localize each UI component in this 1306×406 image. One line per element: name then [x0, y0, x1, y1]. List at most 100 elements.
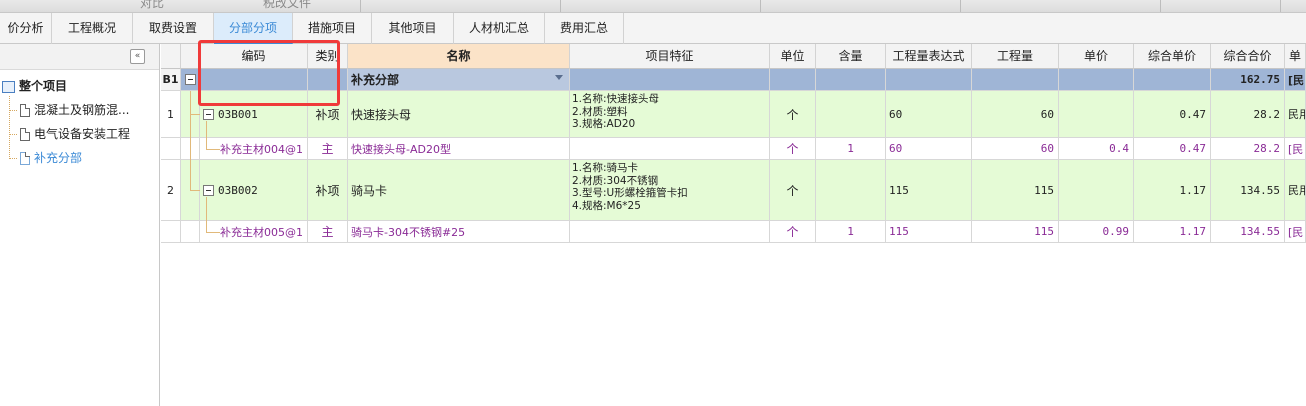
tree-connector — [190, 91, 191, 153]
cell-category[interactable] — [308, 69, 348, 91]
header-unit[interactable]: 单位 — [770, 44, 816, 69]
minus-icon[interactable] — [203, 108, 214, 120]
header-category[interactable]: 类别 — [308, 44, 348, 69]
cell-qty-expr[interactable]: 60 — [886, 91, 972, 138]
cell-price[interactable]: 0.4 — [1059, 138, 1134, 160]
cell-price[interactable] — [1059, 160, 1134, 221]
cell-total[interactable]: 134.55 — [1211, 221, 1285, 243]
cell-price[interactable] — [1059, 69, 1134, 91]
tree-connector — [206, 197, 207, 232]
cell-qty-expr[interactable]: 60 — [886, 138, 972, 160]
cell-total[interactable]: 134.55 — [1211, 160, 1285, 221]
header-feature[interactable]: 项目特征 — [570, 44, 770, 69]
cell-content[interactable]: 1 — [816, 138, 886, 160]
tab-bar: 价分析 工程概况 取费设置 分部分项 措施项目 其他项目 人材机汇总 费用汇总 — [0, 13, 1306, 44]
row-number — [161, 221, 181, 243]
tab-fee-settings[interactable]: 取费设置 — [133, 13, 214, 44]
cell-name[interactable]: 快速接头母-AD20型 — [348, 138, 570, 160]
tree-item-concrete[interactable]: 混凝土及钢筋混... — [20, 100, 129, 120]
tree-item-label: 混凝土及钢筋混... — [34, 103, 130, 117]
minus-icon[interactable] — [203, 184, 214, 196]
cell-content[interactable]: 1 — [816, 221, 886, 243]
cell-name[interactable]: 快速接头母 — [348, 91, 570, 138]
cell-price[interactable]: 0.99 — [1059, 221, 1134, 243]
header-composite-unit-price[interactable]: 综合单价 — [1134, 44, 1211, 69]
cell-unit[interactable]: 个 — [770, 138, 816, 160]
cell-feature[interactable]: 1.名称:快速接头母 2.材质:塑料 3.规格:AD20 — [570, 91, 770, 138]
tree-item-supplement[interactable]: 补充分部 — [20, 148, 82, 168]
cell-qty[interactable]: 115 — [972, 160, 1059, 221]
tab-fee-summary[interactable]: 费用汇总 — [545, 13, 624, 44]
tab-divisional-items[interactable]: 分部分项 — [214, 13, 293, 44]
cell-unit[interactable] — [770, 69, 816, 91]
cell-extra[interactable]: 民用 — [1285, 160, 1306, 221]
table-row[interactable]: 补充主材005@1 主 骑马卡-304不锈钢#25 个 1 115 115 0.… — [161, 221, 1306, 243]
header-unit-price[interactable]: 单价 — [1059, 44, 1134, 69]
table-row[interactable]: B1 补充分部 162.75 [民 — [161, 69, 1306, 91]
header-composite-total[interactable]: 综合合价 — [1211, 44, 1285, 69]
cell-name[interactable]: 骑马卡 — [348, 160, 570, 221]
cell-extra[interactable]: [民 — [1285, 138, 1306, 160]
tab-other-items[interactable]: 其他项目 — [372, 13, 454, 44]
header-name[interactable]: 名称 — [348, 44, 570, 69]
header-code[interactable]: 编码 — [200, 44, 308, 69]
compare-label[interactable]: 对比 — [140, 0, 164, 11]
cell-content[interactable] — [816, 69, 886, 91]
dropdown-arrow-icon[interactable] — [555, 75, 563, 80]
cell-name[interactable]: 骑马卡-304不锈钢#25 — [348, 221, 570, 243]
cell-feature[interactable] — [570, 221, 770, 243]
cell-qty-expr[interactable] — [886, 69, 972, 91]
cell-qty[interactable] — [972, 69, 1059, 91]
cell-category[interactable]: 主 — [308, 138, 348, 160]
cell-feature[interactable] — [570, 69, 770, 91]
cell-unit-total[interactable]: 1.17 — [1134, 221, 1211, 243]
cell-extra[interactable]: 民用 — [1285, 91, 1306, 138]
tab-labor-material-summary[interactable]: 人材机汇总 — [454, 13, 545, 44]
table-row[interactable]: 1 03B001 补项 快速接头母 1.名称:快速接头母 2.材质:塑料 3.规… — [161, 91, 1306, 138]
cell-total[interactable]: 28.2 — [1211, 91, 1285, 138]
cell-qty[interactable]: 60 — [972, 91, 1059, 138]
table-row[interactable]: 2 03B002 补项 骑马卡 1.名称:骑马卡 2.材质:304不锈钢 3.型… — [161, 160, 1306, 221]
tax-file-label[interactable]: 税改文件 — [263, 0, 311, 11]
cell-feature[interactable] — [570, 138, 770, 160]
cell-name[interactable]: 补充分部 — [348, 69, 570, 91]
cell-category[interactable]: 补项 — [308, 160, 348, 221]
cell-price[interactable] — [1059, 91, 1134, 138]
header-content[interactable]: 含量 — [816, 44, 886, 69]
tab-measures[interactable]: 措施项目 — [293, 13, 372, 44]
tree-root-project[interactable]: 整个项目 — [2, 76, 67, 96]
cell-unit-total[interactable] — [1134, 69, 1211, 91]
cell-code[interactable] — [200, 69, 308, 91]
header-extra[interactable]: 单 — [1285, 44, 1306, 69]
cell-content[interactable] — [816, 160, 886, 221]
table-row[interactable]: 补充主材004@1 主 快速接头母-AD20型 个 1 60 60 0.4 0.… — [161, 138, 1306, 160]
cell-unit-total[interactable]: 0.47 — [1134, 138, 1211, 160]
cell-qty[interactable]: 60 — [972, 138, 1059, 160]
cell-category[interactable]: 补项 — [308, 91, 348, 138]
cell-unit[interactable]: 个 — [770, 221, 816, 243]
cell-content[interactable] — [816, 91, 886, 138]
tab-project-overview[interactable]: 工程概况 — [52, 13, 133, 44]
header-qty[interactable]: 工程量 — [972, 44, 1059, 69]
cell-total[interactable]: 28.2 — [1211, 138, 1285, 160]
collapse-toggle[interactable] — [181, 69, 200, 91]
cell-unit[interactable]: 个 — [770, 91, 816, 138]
tree-item-electrical[interactable]: 电气设备安装工程 — [20, 124, 130, 144]
cell-category[interactable]: 主 — [308, 221, 348, 243]
collapse-panel-icon[interactable]: « — [130, 49, 145, 64]
cell-qty-expr[interactable]: 115 — [886, 160, 972, 221]
cell-extra[interactable]: [民 — [1285, 69, 1306, 91]
cell-qty-expr[interactable]: 115 — [886, 221, 972, 243]
header-qty-expr[interactable]: 工程量表达式 — [886, 44, 972, 69]
tree-connector — [190, 153, 191, 190]
cell-unit-total[interactable]: 0.47 — [1134, 91, 1211, 138]
cell-code[interactable]: 03B001 — [200, 91, 308, 138]
cell-feature[interactable]: 1.名称:骑马卡 2.材质:304不锈钢 3.型号:U形螺栓箍管卡扣 4.规格:… — [570, 160, 770, 221]
cell-extra[interactable]: [民 — [1285, 221, 1306, 243]
tab-price-analysis[interactable]: 价分析 — [0, 13, 52, 44]
cell-code[interactable]: 03B002 — [200, 160, 308, 221]
cell-unit[interactable]: 个 — [770, 160, 816, 221]
cell-qty[interactable]: 115 — [972, 221, 1059, 243]
cell-total[interactable]: 162.75 — [1211, 69, 1285, 91]
cell-unit-total[interactable]: 1.17 — [1134, 160, 1211, 221]
